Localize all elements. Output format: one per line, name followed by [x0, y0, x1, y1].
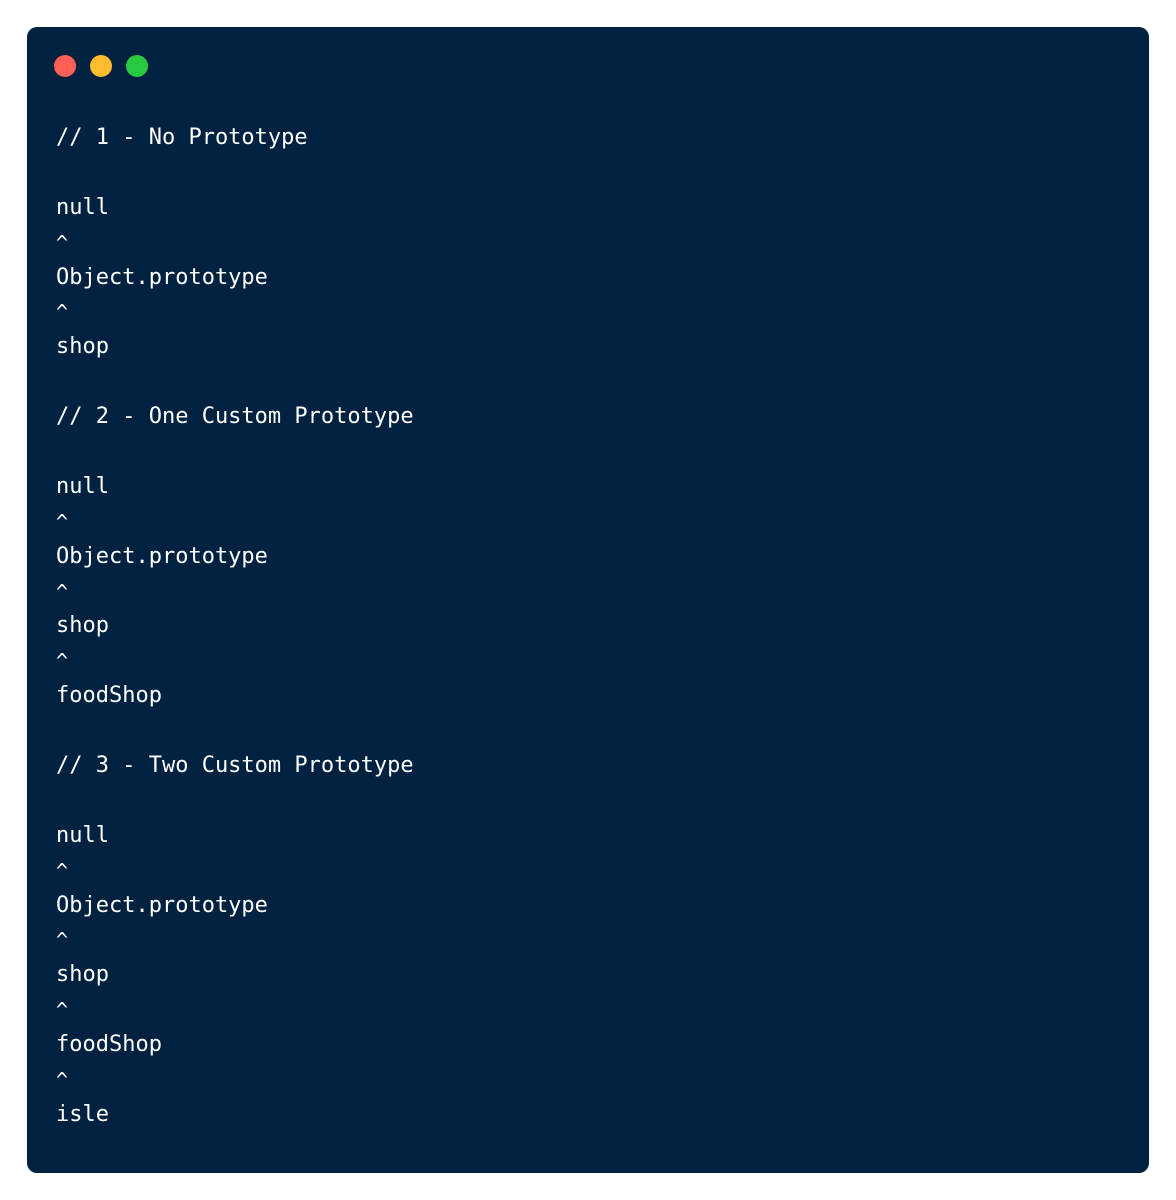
code-window: // 1 - No Prototype null ^ Object.prototype…: [27, 27, 1149, 1173]
code-line: ^: [56, 230, 69, 255]
code-line: ^: [56, 509, 69, 534]
code-line: ^: [56, 998, 69, 1023]
code-line: ^: [56, 300, 69, 325]
code-line: foodShop: [56, 1032, 162, 1058]
code-line: null: [56, 822, 109, 848]
code-comment-line: // 3 - Two Custom Prototype: [56, 753, 414, 779]
code-comment-line: // 1 - No Prototype: [56, 125, 308, 150]
code-comment-line: // 2 - One Custom Prototype: [56, 404, 414, 430]
close-button[interactable]: [54, 55, 76, 77]
code-line: shop: [56, 613, 109, 639]
maximize-button[interactable]: [126, 55, 148, 77]
code-block: // 1 - No Prototype null ^ Object.prototype…: [56, 121, 414, 1133]
code-line: ^: [56, 858, 69, 883]
code-line: Object.prototype: [56, 264, 268, 290]
window-controls: [54, 55, 148, 77]
code-line: ^: [56, 1068, 69, 1093]
minimize-button[interactable]: [90, 55, 112, 77]
code-line: null: [56, 473, 109, 499]
code-line: ^: [56, 928, 69, 953]
code-line: ^: [56, 649, 69, 674]
code-line: shop: [56, 334, 109, 360]
code-line: ^: [56, 579, 69, 604]
code-line: Object.prototype: [56, 543, 268, 569]
code-line: Object.prototype: [56, 892, 268, 918]
code-line: shop: [56, 962, 109, 988]
code-line: isle: [56, 1101, 109, 1127]
code-line: foodShop: [56, 683, 162, 709]
code-line: null: [56, 194, 109, 220]
